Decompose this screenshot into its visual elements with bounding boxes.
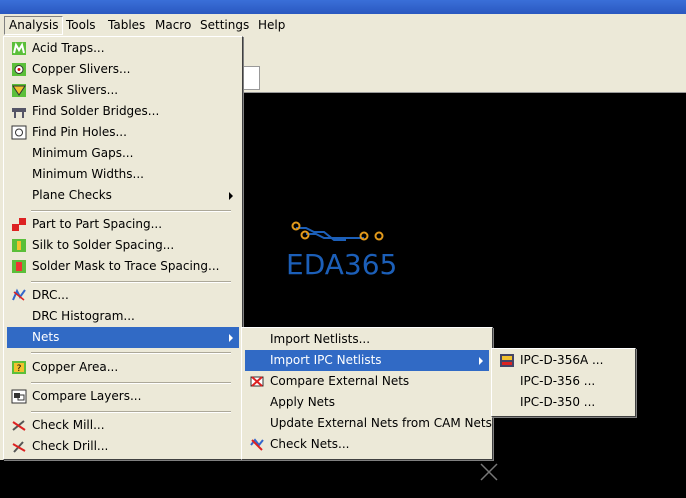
menu-item-apply-nets[interactable]: Apply Nets	[245, 392, 489, 413]
menu-separator	[31, 352, 231, 354]
silk-spacing-icon	[12, 239, 26, 252]
menu-item-solder-mask-to-trace-spacing[interactable]: Solder Mask to Trace Spacing...	[7, 256, 239, 277]
menu-bar: Analysis Tools Tables Macro Settings Hel…	[0, 14, 686, 37]
check-nets-icon	[250, 438, 264, 451]
menu-item-ipc-d-350[interactable]: IPC-D-350 ...	[495, 392, 632, 413]
solder-bridge-icon	[12, 108, 26, 118]
compare-layers-icon	[11, 389, 27, 404]
title-bar	[0, 0, 686, 14]
menu-item-import-ipc-netlists[interactable]: Import IPC Netlists	[245, 350, 489, 371]
toolbar-area	[240, 36, 686, 93]
ipc-netlists-submenu: IPC-D-356A ... IPC-D-356 ... IPC-D-350 .…	[491, 348, 636, 417]
acid-traps-icon	[12, 42, 26, 55]
menu-item-check-nets[interactable]: Check Nets...	[245, 434, 489, 455]
check-drill-icon	[12, 441, 26, 453]
menu-item-copper-area[interactable]: ? Copper Area...	[7, 357, 239, 378]
mask-trace-icon	[12, 260, 26, 273]
menu-item-minimum-widths[interactable]: Minimum Widths...	[7, 164, 239, 185]
nets-submenu: Import Netlists... Import IPC Netlists C…	[241, 327, 493, 460]
menu-item-check-drill[interactable]: Check Drill...	[7, 436, 239, 457]
svg-text:?: ?	[17, 364, 22, 374]
menu-item-ipc-d-356a[interactable]: IPC-D-356A ...	[495, 350, 632, 371]
menu-item-drc[interactable]: DRC...	[7, 285, 239, 306]
menu-analysis[interactable]: Analysis	[4, 16, 64, 35]
menu-item-update-external-nets[interactable]: Update External Nets from CAM Nets	[245, 413, 492, 434]
menu-item-compare-external-nets[interactable]: Compare External Nets	[245, 371, 489, 392]
submenu-arrow-icon	[479, 357, 483, 365]
toolbar-field[interactable]	[240, 66, 260, 90]
analysis-menu: Acid Traps... Copper Slivers... Mask Sli…	[3, 36, 243, 460]
check-mill-icon	[12, 420, 26, 431]
menu-separator	[31, 210, 231, 212]
close-icon[interactable]	[478, 461, 500, 483]
menu-tools[interactable]: Tools	[62, 17, 100, 34]
submenu-arrow-icon	[229, 192, 233, 200]
menu-separator	[31, 281, 231, 283]
menu-item-check-mill[interactable]: Check Mill...	[7, 415, 239, 436]
menu-item-drc-histogram[interactable]: DRC Histogram...	[7, 306, 239, 327]
menu-item-minimum-gaps[interactable]: Minimum Gaps...	[7, 143, 239, 164]
menu-item-part-to-part-spacing[interactable]: Part to Part Spacing...	[7, 214, 239, 235]
menu-macro[interactable]: Macro	[151, 17, 195, 34]
compare-nets-icon	[250, 376, 264, 387]
menu-item-copper-slivers[interactable]: Copper Slivers...	[7, 59, 239, 80]
copper-area-icon: ?	[12, 361, 26, 374]
ipc-356a-icon	[500, 354, 514, 367]
menu-item-acid-traps[interactable]: Acid Traps...	[7, 38, 239, 59]
part-spacing-icon	[12, 218, 26, 231]
watermark-text: EDA365	[286, 248, 398, 281]
menu-item-silk-to-solder-spacing[interactable]: Silk to Solder Spacing...	[7, 235, 239, 256]
submenu-arrow-icon	[229, 334, 233, 342]
menu-item-nets[interactable]: Nets	[7, 327, 239, 348]
copper-slivers-icon	[12, 63, 26, 76]
drc-icon	[12, 288, 26, 301]
menu-separator	[31, 382, 231, 384]
menu-item-compare-layers[interactable]: Compare Layers...	[7, 386, 239, 407]
menu-help[interactable]: Help	[254, 17, 289, 34]
menu-item-mask-slivers[interactable]: Mask Slivers...	[7, 80, 239, 101]
menu-item-plane-checks[interactable]: Plane Checks	[7, 185, 239, 206]
menu-item-ipc-d-356[interactable]: IPC-D-356 ...	[495, 371, 632, 392]
mask-slivers-icon	[12, 84, 26, 97]
pin-holes-icon	[11, 125, 27, 140]
menu-tables[interactable]: Tables	[104, 17, 149, 34]
menu-settings[interactable]: Settings	[196, 17, 253, 34]
menu-separator	[31, 411, 231, 413]
menu-item-find-solder-bridges[interactable]: Find Solder Bridges...	[7, 101, 239, 122]
menu-item-find-pin-holes[interactable]: Find Pin Holes...	[7, 122, 239, 143]
menu-item-import-netlists[interactable]: Import Netlists...	[245, 329, 489, 350]
